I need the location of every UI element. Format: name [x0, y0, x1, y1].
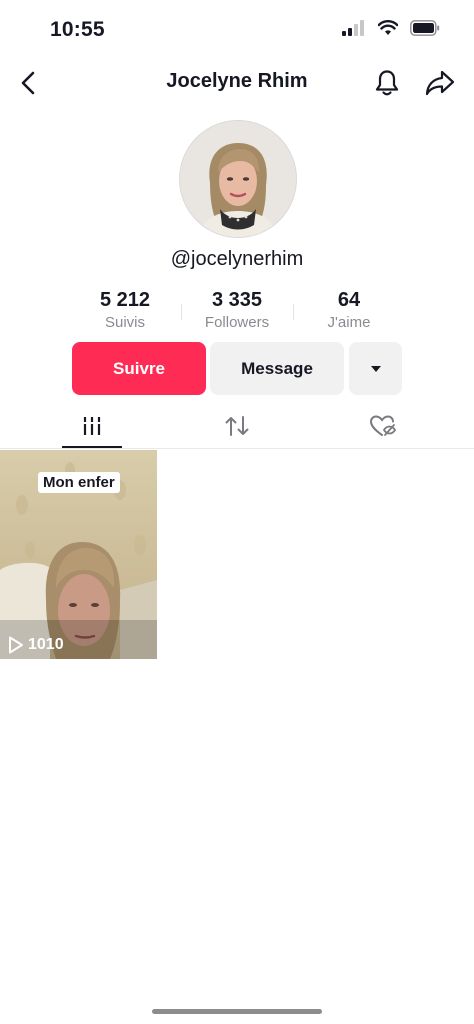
video-views-count: 1010 — [28, 636, 64, 653]
video-views: 1010 — [8, 636, 64, 654]
profile-handle: @jocelynerhim — [170, 248, 304, 270]
videos-grid-icon — [82, 417, 102, 435]
share-arrow-icon — [425, 70, 455, 96]
repost-icon — [225, 416, 249, 436]
stat-followers-value: 3 335 — [211, 289, 263, 311]
home-indicator[interactable] — [152, 1009, 322, 1014]
wifi-icon — [378, 20, 398, 35]
share-button[interactable] — [424, 68, 456, 98]
stat-following[interactable]: 5 212 Suivis — [65, 288, 185, 334]
avatar-photo — [180, 121, 296, 237]
stat-followers[interactable]: 3 335 Followers — [177, 288, 297, 334]
stat-likes-value: 64 — [337, 289, 361, 311]
liked-hidden-icon — [369, 415, 397, 436]
bell-icon — [375, 70, 399, 96]
stat-likes[interactable]: 64 J'aime — [289, 288, 409, 334]
notifications-button[interactable] — [372, 68, 402, 98]
battery-icon — [410, 20, 440, 36]
status-time: 10:55 — [50, 18, 105, 41]
page-title: Jocelyne Rhim — [166, 70, 308, 92]
tab-videos[interactable] — [62, 408, 122, 444]
tab-reposts[interactable] — [207, 408, 267, 444]
status-icons — [342, 20, 440, 36]
stat-likes-label: J'aime — [327, 314, 371, 331]
caret-down-icon — [370, 365, 381, 372]
follow-button[interactable]: Suivre — [72, 342, 206, 395]
video-caption: Mon enfer — [38, 472, 120, 493]
avatar[interactable] — [179, 120, 297, 238]
stat-following-label: Suivis — [104, 314, 145, 331]
play-outline-icon — [9, 636, 23, 654]
tab-liked[interactable] — [353, 408, 413, 444]
stat-followers-label: Followers — [204, 314, 270, 331]
cellular-signal-icon — [342, 20, 364, 36]
more-options-button[interactable] — [349, 342, 402, 395]
stat-following-value: 5 212 — [99, 289, 151, 311]
tabs-divider — [0, 448, 474, 449]
message-button[interactable]: Message — [210, 342, 344, 395]
